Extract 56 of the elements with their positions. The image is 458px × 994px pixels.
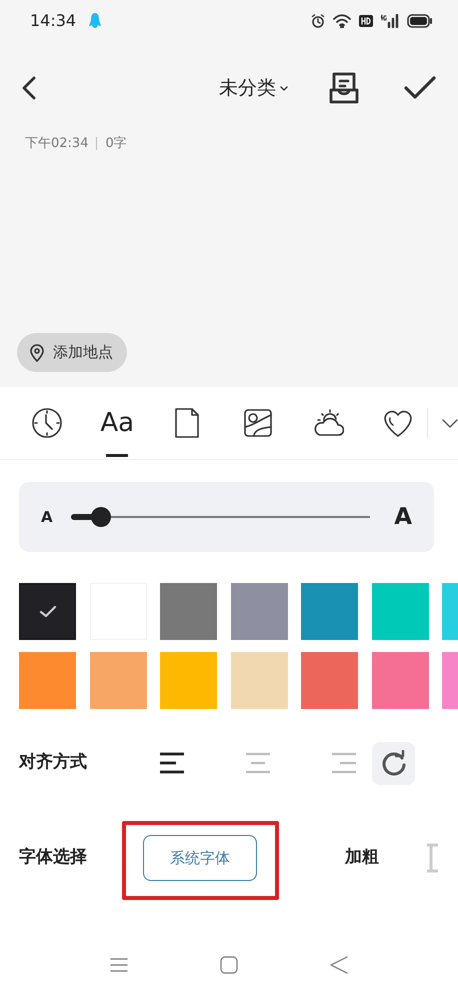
clock-icon — [31, 407, 64, 439]
weather-icon — [312, 407, 344, 439]
word-count: 0字 — [105, 135, 127, 153]
wifi-icon — [333, 14, 351, 28]
color-swatch[interactable] — [230, 583, 288, 640]
back-nav-button[interactable] — [330, 956, 348, 974]
color-swatch[interactable] — [372, 583, 428, 640]
text-style-tab[interactable]: Aa — [82, 387, 152, 459]
align-right-icon — [330, 751, 358, 775]
align-left-icon — [158, 751, 186, 775]
clock-time: 14:34 — [30, 10, 76, 32]
font-label: 字体选择 — [19, 846, 88, 870]
check-icon — [404, 76, 436, 100]
color-swatch[interactable] — [160, 583, 217, 640]
color-swatch[interactable] — [160, 652, 217, 709]
menu-nav-button[interactable] — [110, 957, 128, 973]
caret-icon — [280, 86, 288, 90]
color-swatch[interactable] — [301, 652, 358, 709]
color-swatch[interactable] — [19, 652, 76, 709]
align-center-icon — [244, 751, 272, 775]
home-nav-button[interactable] — [220, 956, 238, 974]
color-swatch[interactable] — [372, 652, 428, 709]
image-icon — [242, 407, 274, 439]
system-font-button[interactable]: 系统字体 — [143, 835, 257, 881]
refresh-icon — [380, 750, 406, 776]
slider-thumb[interactable] — [90, 507, 111, 527]
color-swatch[interactable] — [230, 652, 288, 709]
chevron-left-icon — [22, 76, 36, 100]
color-swatch[interactable] — [90, 652, 146, 709]
signal-icon — [381, 14, 399, 28]
bold-label: 加粗 — [345, 846, 379, 870]
inbox-button[interactable] — [328, 71, 360, 105]
alarm-icon — [311, 14, 325, 28]
expand-button[interactable] — [442, 418, 458, 428]
home-square-icon — [220, 956, 238, 974]
menu-icon — [110, 957, 128, 973]
divider-bar — [96, 137, 98, 150]
category-dropdown[interactable]: 未分类 — [219, 74, 288, 102]
serif-letter-icon — [425, 843, 438, 873]
note-time: 下午02:34 — [25, 135, 88, 153]
reset-button[interactable] — [372, 742, 415, 784]
confirm-button[interactable] — [404, 76, 436, 100]
alignment-label: 对齐方式 — [19, 751, 88, 774]
hd-icon — [359, 15, 373, 27]
large-a-label: A — [394, 502, 412, 532]
small-a-label: A — [41, 506, 53, 528]
check-icon — [38, 605, 56, 618]
battery-icon — [407, 14, 433, 28]
color-swatch[interactable] — [301, 583, 358, 640]
location-pin-icon — [29, 344, 45, 362]
inbox-icon — [328, 71, 360, 105]
back-button[interactable] — [22, 76, 36, 100]
color-swatch[interactable] — [19, 583, 76, 640]
add-location-button[interactable]: 添加地点 — [17, 333, 127, 372]
chevron-down-icon — [442, 418, 458, 428]
penguin-icon — [88, 12, 102, 30]
